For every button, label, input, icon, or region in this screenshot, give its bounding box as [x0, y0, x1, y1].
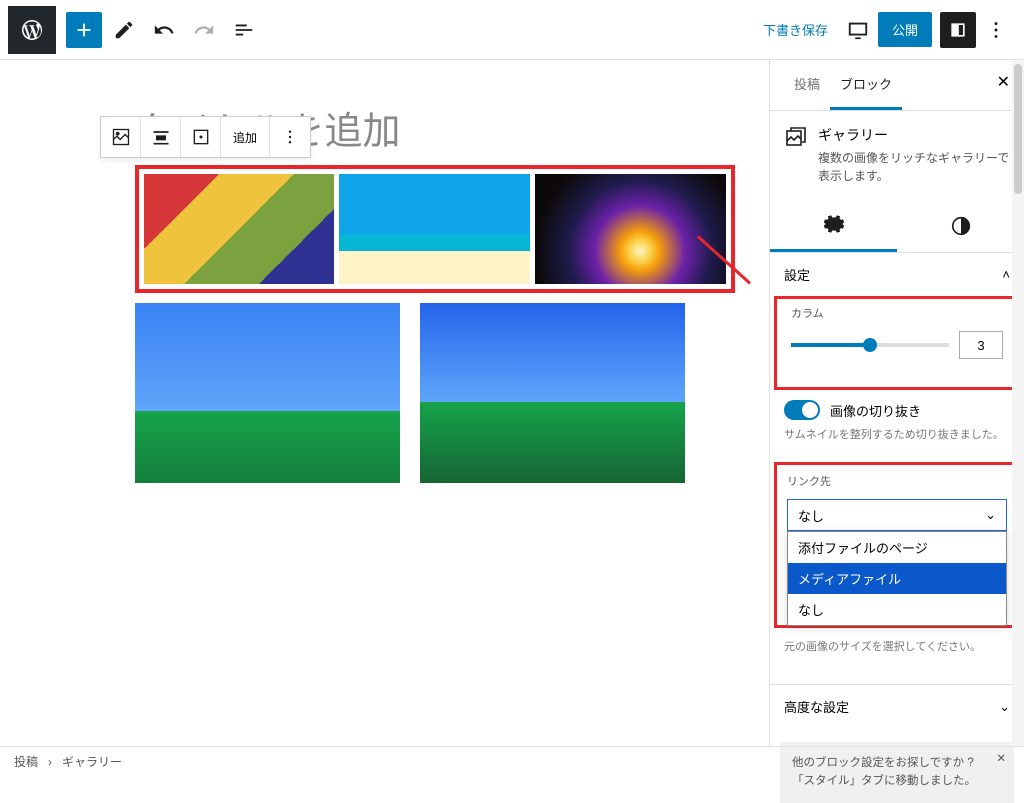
crop-help-text: サムネイルを整列するため切り抜きました。 [770, 422, 1024, 454]
sidebar-tabs: 投稿 ブロック ✕ [770, 60, 1024, 111]
gallery-image[interactable] [339, 174, 530, 284]
link-to-dropdown: 添付ファイルのページ メディアファイル なし [787, 531, 1007, 626]
edit-mode-button[interactable] [106, 12, 142, 48]
settings-sidebar: 投稿 ブロック ✕ ギャラリー 複数の画像をリッチなギャラリーで表示します。 設… [769, 60, 1024, 746]
inspector-subtabs [770, 199, 1024, 253]
image-size-help: 元の画像のサイズを選択してください。 [770, 632, 1024, 666]
advanced-panel-header[interactable]: 高度な設定 ⌄ [770, 685, 1024, 728]
dropdown-option[interactable]: なし [788, 594, 1006, 625]
scrollbar-thumb[interactable] [1014, 64, 1022, 194]
preview-button[interactable] [840, 12, 876, 48]
tab-post[interactable]: 投稿 [784, 60, 830, 110]
dropdown-option-selected[interactable]: メディアファイル [788, 563, 1006, 594]
annotation-box-columns: カラム [774, 296, 1020, 390]
close-sidebar-button[interactable]: ✕ [997, 72, 1010, 92]
link-to-select[interactable]: なし ⌄ [787, 499, 1007, 531]
subtab-settings[interactable] [770, 199, 897, 252]
block-name: ギャラリー [818, 125, 1010, 145]
slider-thumb[interactable] [863, 338, 877, 352]
gallery-image[interactable] [535, 174, 726, 284]
wordpress-logo[interactable] [8, 6, 56, 54]
save-draft-link[interactable]: 下書き保存 [753, 20, 838, 39]
block-type-icon[interactable] [101, 117, 141, 157]
editor-canvas: タイトルを追加 [0, 60, 769, 746]
align-button[interactable] [141, 117, 181, 157]
gallery-image[interactable] [135, 303, 400, 483]
gallery-image[interactable] [144, 174, 335, 284]
breadcrumb-item[interactable]: 投稿 [14, 753, 38, 770]
add-block-button[interactable] [66, 12, 102, 48]
block-breadcrumb: 投稿 › ギャラリー [0, 746, 1024, 776]
gallery-block-selected[interactable] [135, 165, 735, 293]
publish-button[interactable]: 公開 [878, 12, 932, 47]
gallery-block-row [135, 303, 735, 483]
chevron-down-icon: ⌄ [985, 507, 996, 523]
breadcrumb-item[interactable]: ギャラリー [62, 753, 122, 770]
more-options-button[interactable] [270, 117, 310, 157]
redo-button[interactable] [186, 12, 222, 48]
more-menu-button[interactable] [978, 12, 1014, 48]
gallery-image[interactable] [420, 303, 685, 483]
crop-toggle-label: 画像の切り抜き [830, 401, 921, 420]
settings-panel-header[interactable]: 設定 ˄ [770, 253, 1024, 296]
block-toolbar: 追加 [100, 116, 311, 158]
document-outline-button[interactable] [226, 12, 262, 48]
link-to-label: リンク先 [787, 473, 1007, 489]
subtab-styles[interactable] [897, 199, 1024, 252]
dropdown-option[interactable]: 添付ファイルのページ [788, 532, 1006, 563]
sidebar-toggle-button[interactable] [940, 12, 976, 48]
chevron-up-icon: ˄ [1002, 267, 1010, 282]
tab-block[interactable]: ブロック [830, 60, 902, 110]
add-image-button[interactable]: 追加 [221, 117, 270, 157]
block-description: 複数の画像をリッチなギャラリーで表示します。 [818, 149, 1010, 185]
annotation-box-link: リンク先 なし ⌄ 添付ファイルのページ メディアファイル なし サムネイル ⌄ [774, 462, 1020, 628]
columns-label: カラム [791, 305, 1003, 321]
crop-toggle[interactable] [784, 400, 820, 420]
sidebar-scrollbar[interactable] [1012, 60, 1024, 746]
editor-topbar: 下書き保存 公開 [0, 0, 1024, 60]
image-settings-button[interactable] [181, 117, 221, 157]
gallery-icon [784, 125, 808, 149]
columns-number-input[interactable] [959, 331, 1003, 359]
undo-button[interactable] [146, 12, 182, 48]
chevron-down-icon: ⌄ [999, 699, 1010, 715]
block-card: ギャラリー 複数の画像をリッチなギャラリーで表示します。 [770, 111, 1024, 199]
columns-slider[interactable] [791, 343, 949, 347]
